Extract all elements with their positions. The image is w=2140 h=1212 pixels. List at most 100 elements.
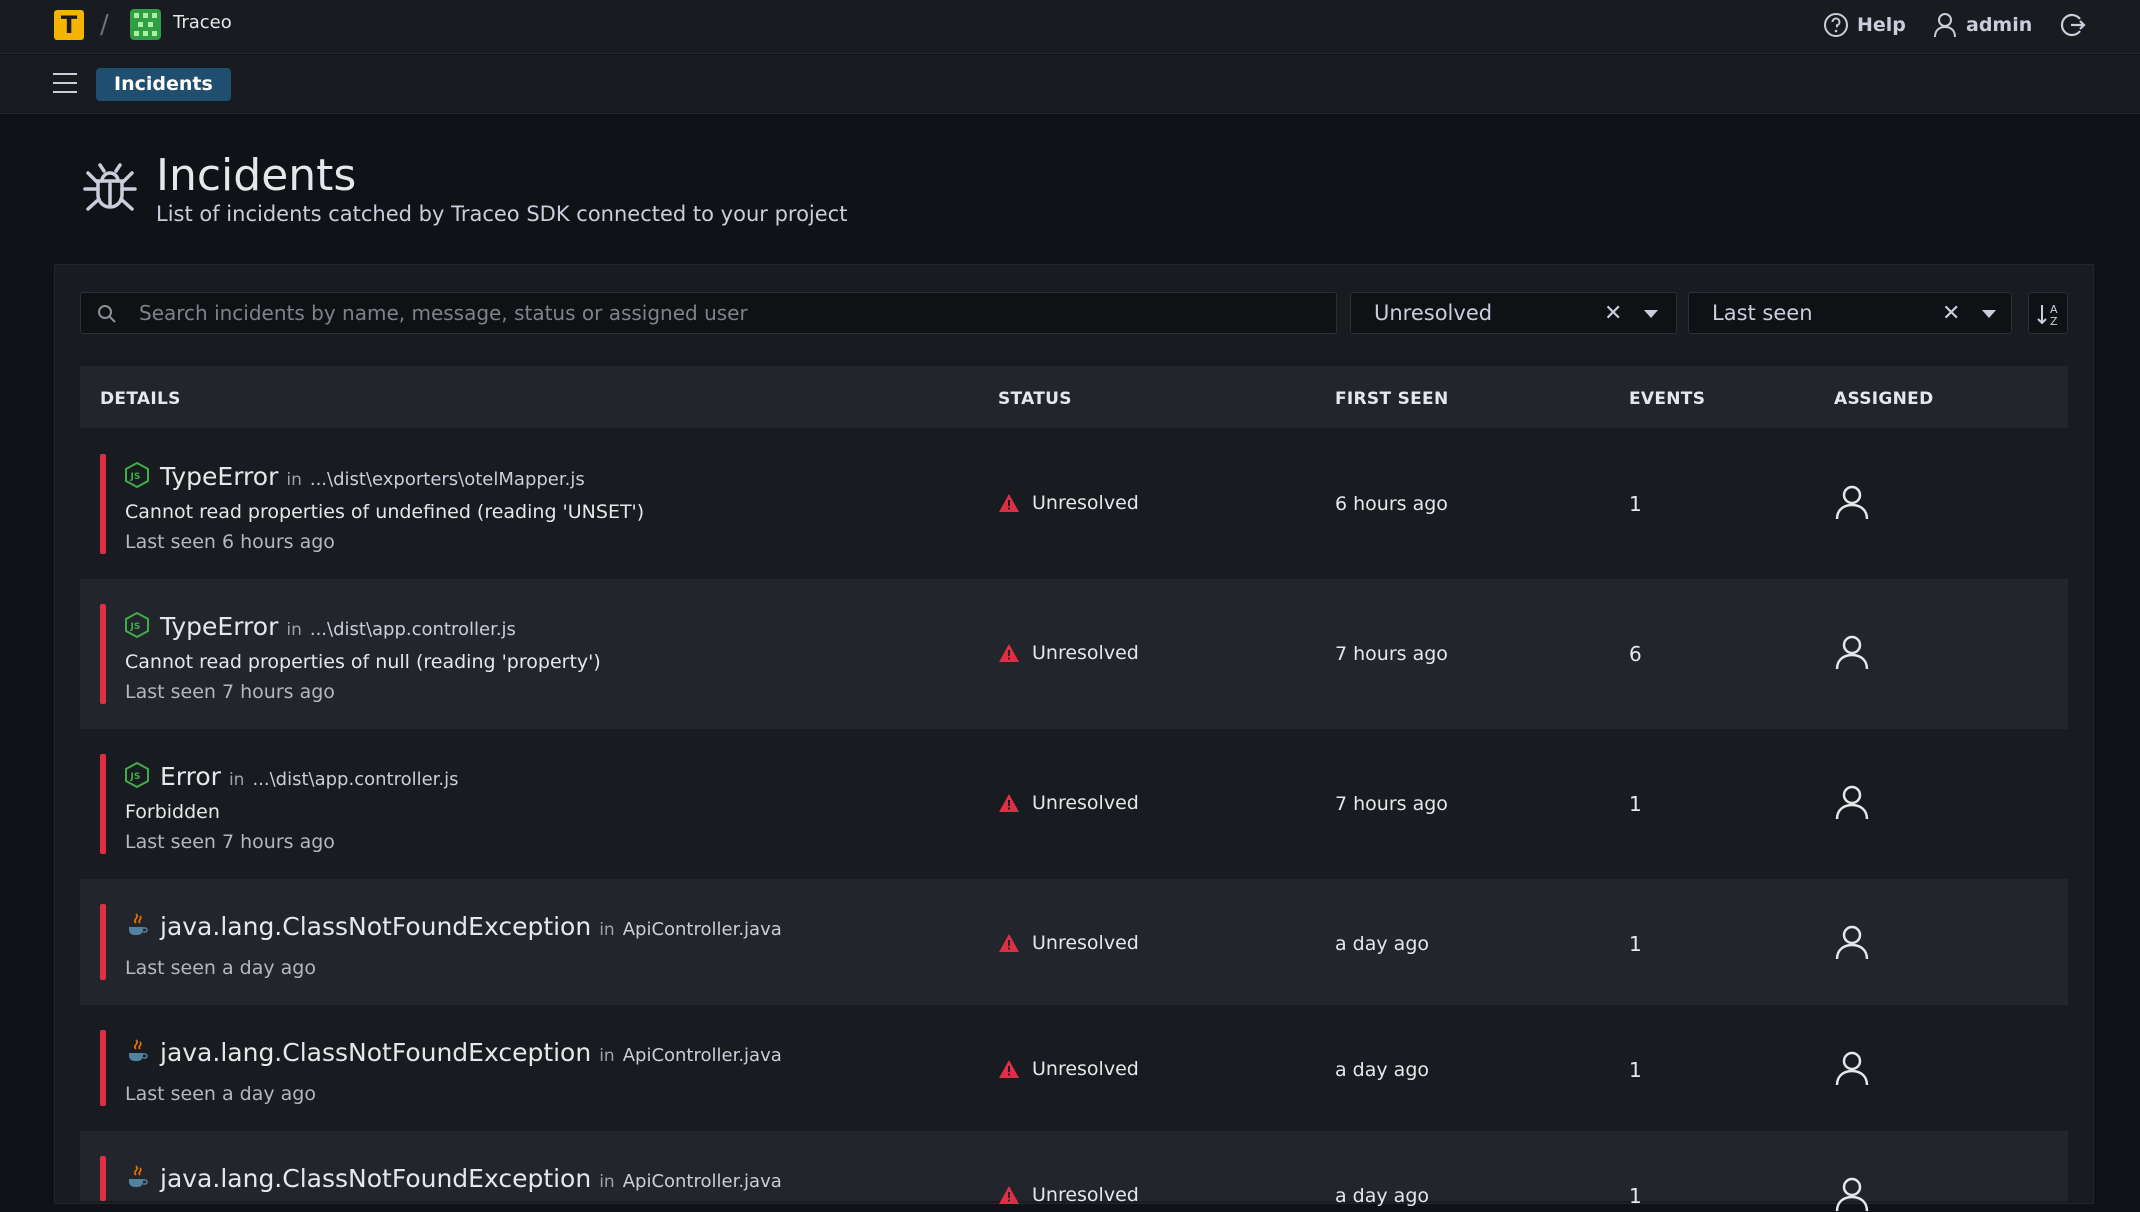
severity-bar [100, 1030, 106, 1106]
incident-name[interactable]: Error [160, 762, 221, 791]
status-cell: Unresolved [998, 642, 1139, 664]
incident-file: ...\dist\exporters\otelMapper.js [309, 469, 585, 490]
column-header-status: STATUS [998, 389, 1072, 409]
events-cell: 1 [1629, 792, 1642, 816]
chevron-down-icon[interactable] [1982, 310, 1996, 318]
status-text: Unresolved [1032, 1058, 1139, 1080]
column-header-first-seen: FIRST SEEN [1335, 389, 1449, 409]
incident-name[interactable]: java.lang.ClassNotFoundException [160, 1164, 591, 1193]
help-circle-icon [1824, 13, 1848, 37]
incident-name[interactable]: TypeError [160, 462, 278, 491]
svg-text:JS: JS [130, 472, 141, 482]
assignee-avatar-icon[interactable] [1834, 1050, 1870, 1086]
status-filter-select[interactable]: Unresolved ✕ [1350, 292, 1677, 334]
incident-name[interactable]: java.lang.ClassNotFoundException [160, 912, 591, 941]
incident-message: Cannot read properties of undefined (rea… [125, 501, 645, 523]
column-header-assigned[interactable]: ASSIGNED [1834, 389, 1934, 409]
incident-last-seen: Last seen 6 hours ago [125, 531, 335, 553]
in-label: in [286, 620, 302, 640]
clear-status-icon[interactable]: ✕ [1604, 301, 1622, 326]
severity-bar [100, 754, 106, 854]
incident-message: Forbidden [125, 801, 220, 823]
svg-text:JS: JS [130, 622, 141, 632]
events-cell: 1 [1629, 1184, 1642, 1208]
java-icon [129, 1039, 148, 1061]
column-header-events: EVENTS [1629, 389, 1706, 409]
assignee-avatar-icon[interactable] [1834, 634, 1870, 670]
search-input[interactable] [139, 293, 1319, 333]
warning-icon [999, 1186, 1019, 1204]
status-cell: Unresolved [998, 1184, 1139, 1206]
sort-by-select[interactable]: Last seen ✕ [1688, 292, 2012, 334]
clear-sort-icon[interactable]: ✕ [1942, 301, 1960, 326]
in-label: in [599, 1172, 615, 1192]
table-row[interactable]: java.lang.ClassNotFoundException in ApiC… [80, 879, 2068, 1005]
incident-file: ...\dist\app.controller.js [252, 769, 459, 790]
table-row[interactable]: java.lang.ClassNotFoundException in ApiC… [80, 1131, 2068, 1212]
java-icon [129, 1165, 148, 1187]
table-row[interactable]: java.lang.ClassNotFoundException in ApiC… [80, 1005, 2068, 1131]
first-seen-cell: 7 hours ago [1335, 793, 1448, 815]
assignee-avatar-icon[interactable] [1834, 1176, 1870, 1212]
table-row[interactable]: JS TypeError in ...\dist\exporters\otelM… [80, 429, 2068, 579]
status-text: Unresolved [1032, 932, 1139, 954]
severity-bar [100, 604, 106, 704]
java-icon [129, 913, 148, 935]
incident-last-seen: Last seen a day ago [125, 1083, 316, 1105]
status-cell: Unresolved [998, 492, 1139, 514]
nodejs-icon: JS [125, 612, 149, 638]
app-logo[interactable]: T [54, 10, 84, 40]
incident-file: ApiController.java [622, 919, 782, 940]
assignee-avatar-icon[interactable] [1834, 924, 1870, 960]
menu-icon[interactable] [53, 73, 77, 95]
assignee-avatar-icon[interactable] [1834, 784, 1870, 820]
warning-icon [999, 794, 1019, 812]
sort-order-button[interactable]: A Z [2028, 292, 2068, 334]
severity-bar [100, 904, 106, 980]
chevron-down-icon[interactable] [1644, 310, 1658, 318]
project-name[interactable]: Traceo [173, 12, 232, 33]
in-label: in [228, 770, 245, 790]
in-label: in [599, 920, 615, 940]
warning-icon [999, 934, 1019, 952]
search-box[interactable] [80, 292, 1337, 334]
breadcrumb-bar: Incidents [0, 55, 2140, 114]
project-avatar-icon[interactable] [130, 9, 161, 40]
events-cell: 6 [1629, 642, 1642, 666]
incident-message: Cannot read properties of null (reading … [125, 651, 601, 673]
breadcrumb-incidents[interactable]: Incidents [96, 68, 231, 101]
incident-file: ApiController.java [622, 1045, 782, 1066]
status-text: Unresolved [1032, 1184, 1139, 1206]
nodejs-icon: JS [125, 462, 149, 488]
in-label: in [599, 1046, 615, 1066]
breadcrumb-separator: / [100, 10, 109, 40]
warning-icon [999, 494, 1019, 512]
help-button[interactable]: Help [1823, 10, 1906, 40]
events-cell: 1 [1629, 492, 1642, 516]
first-seen-cell: 7 hours ago [1335, 643, 1448, 665]
status-text: Unresolved [1032, 792, 1139, 814]
sort-order-icon: A Z [2037, 303, 2058, 328]
sign-out-icon[interactable] [2058, 11, 2086, 39]
table-row[interactable]: JS TypeError in ...\dist\app.controller.… [80, 579, 2068, 729]
warning-icon [999, 1060, 1019, 1078]
incident-name[interactable]: TypeError [160, 612, 278, 641]
first-seen-cell: a day ago [1335, 1185, 1429, 1207]
severity-bar [100, 454, 106, 554]
status-cell: Unresolved [998, 1058, 1139, 1080]
top-bar: T / Traceo Help admin [0, 0, 2140, 54]
warning-icon [999, 644, 1019, 662]
status-cell: Unresolved [998, 932, 1139, 954]
incident-last-seen: Last seen 7 hours ago [125, 681, 335, 703]
status-cell: Unresolved [998, 792, 1139, 814]
incident-file: ApiController.java [622, 1171, 782, 1192]
incident-name[interactable]: java.lang.ClassNotFoundException [160, 1038, 591, 1067]
table-row[interactable]: JS Error in ...\dist\app.controller.js F… [80, 729, 2068, 879]
svg-text:Z: Z [2050, 315, 2058, 328]
user-menu-button[interactable]: admin [1934, 10, 2032, 40]
incident-file: ...\dist\app.controller.js [309, 619, 516, 640]
user-label: admin [1966, 14, 2033, 36]
events-cell: 1 [1629, 1058, 1642, 1082]
assignee-avatar-icon[interactable] [1834, 484, 1870, 520]
user-icon [1934, 13, 1956, 38]
